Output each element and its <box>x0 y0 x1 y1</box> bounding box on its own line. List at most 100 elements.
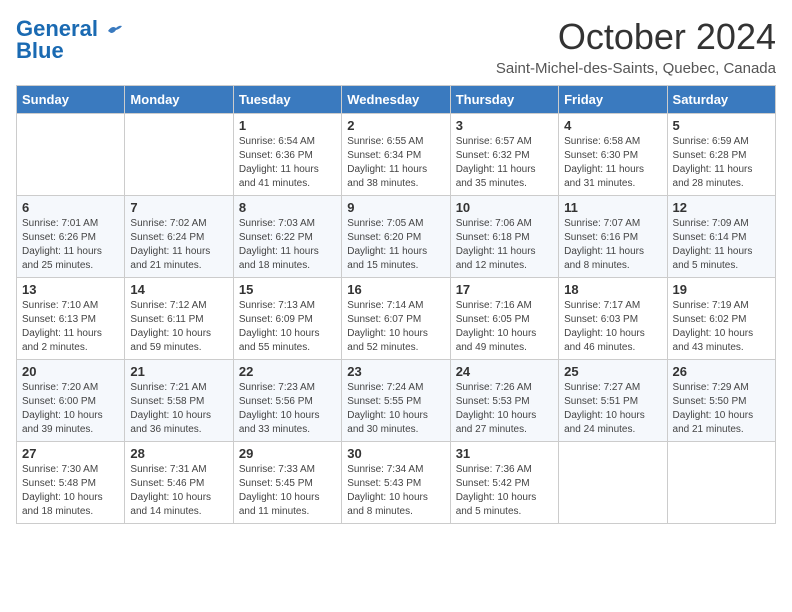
day-number: 29 <box>239 446 336 461</box>
title-block: October 2024 Saint-Michel-des-Saints, Qu… <box>496 16 776 77</box>
day-cell: 18Sunrise: 7:17 AM Sunset: 6:03 PM Dayli… <box>559 278 667 360</box>
day-info: Sunrise: 6:57 AM Sunset: 6:32 PM Dayligh… <box>456 135 553 191</box>
day-info: Sunrise: 6:58 AM Sunset: 6:30 PM Dayligh… <box>564 135 661 191</box>
location-subtitle: Saint-Michel-des-Saints, Quebec, Canada <box>496 60 776 77</box>
day-info: Sunrise: 7:21 AM Sunset: 5:58 PM Dayligh… <box>130 381 227 437</box>
day-number: 22 <box>239 364 336 379</box>
day-info: Sunrise: 7:24 AM Sunset: 5:55 PM Dayligh… <box>347 381 444 437</box>
day-number: 16 <box>347 282 444 297</box>
col-header-thursday: Thursday <box>450 86 558 114</box>
day-cell: 29 Sunrise: 7:33 AM Sunset: 5:45 PM Dayli… <box>233 442 341 524</box>
day-cell <box>559 442 667 524</box>
day-cell <box>125 114 233 196</box>
day-info: Sunrise: 7:03 AM Sunset: 6:22 PM Dayligh… <box>239 217 336 273</box>
day-info: Sunrise: 7:13 AM Sunset: 6:09 PM Dayligh… <box>239 299 336 355</box>
day-number: 25 <box>564 364 661 379</box>
day-cell: 13Sunrise: 7:10 AM Sunset: 6:13 PM Dayli… <box>17 278 125 360</box>
col-header-monday: Monday <box>125 86 233 114</box>
day-info: Sunrise: 7:27 AM Sunset: 5:51 PM Dayligh… <box>564 381 661 437</box>
day-cell: 4 Sunrise: 6:58 AM Sunset: 6:30 PM Daylig… <box>559 114 667 196</box>
day-number: 27 <box>22 446 119 461</box>
logo: General Blue <box>16 16 124 64</box>
day-cell <box>667 442 775 524</box>
day-info: Sunrise: 7:09 AM Sunset: 6:14 PM Dayligh… <box>673 217 770 273</box>
day-number: 15 <box>239 282 336 297</box>
day-info: Sunrise: 7:02 AM Sunset: 6:24 PM Dayligh… <box>130 217 227 273</box>
day-number: 18 <box>564 282 661 297</box>
week-row-4: 20 Sunrise: 7:20 AM Sunset: 6:00 PM Dayli… <box>17 360 776 442</box>
day-cell: 12Sunrise: 7:09 AM Sunset: 6:14 PM Dayli… <box>667 196 775 278</box>
logo-bird-icon <box>106 23 124 37</box>
day-number: 24 <box>456 364 553 379</box>
day-number: 17 <box>456 282 553 297</box>
col-header-sunday: Sunday <box>17 86 125 114</box>
day-cell <box>17 114 125 196</box>
day-number: 4 <box>564 118 661 133</box>
page-header: General Blue October 2024 Saint-Michel-d… <box>16 16 776 77</box>
day-info: Sunrise: 7:01 AM Sunset: 6:26 PM Dayligh… <box>22 217 119 273</box>
day-number: 30 <box>347 446 444 461</box>
col-header-saturday: Saturday <box>667 86 775 114</box>
week-row-1: 1Sunrise: 6:54 AM Sunset: 6:36 PM Daylig… <box>17 114 776 196</box>
day-number: 31 <box>456 446 553 461</box>
day-cell: 23 Sunrise: 7:24 AM Sunset: 5:55 PM Dayli… <box>342 360 450 442</box>
day-number: 20 <box>22 364 119 379</box>
day-number: 7 <box>130 200 227 215</box>
day-info: Sunrise: 7:07 AM Sunset: 6:16 PM Dayligh… <box>564 217 661 273</box>
day-number: 11 <box>564 200 661 215</box>
col-header-tuesday: Tuesday <box>233 86 341 114</box>
day-cell: 19 Sunrise: 7:19 AM Sunset: 6:02 PM Dayli… <box>667 278 775 360</box>
day-info: Sunrise: 7:12 AM Sunset: 6:11 PM Dayligh… <box>130 299 227 355</box>
day-cell: 16 Sunrise: 7:14 AM Sunset: 6:07 PM Dayli… <box>342 278 450 360</box>
day-cell: 11 Sunrise: 7:07 AM Sunset: 6:16 PM Dayli… <box>559 196 667 278</box>
calendar-header-row: SundayMondayTuesdayWednesdayThursdayFrid… <box>17 86 776 114</box>
day-number: 21 <box>130 364 227 379</box>
day-info: Sunrise: 7:16 AM Sunset: 6:05 PM Dayligh… <box>456 299 553 355</box>
day-info: Sunrise: 7:31 AM Sunset: 5:46 PM Dayligh… <box>130 463 227 519</box>
day-cell: 20 Sunrise: 7:20 AM Sunset: 6:00 PM Dayli… <box>17 360 125 442</box>
day-cell: 31 Sunrise: 7:36 AM Sunset: 5:42 PM Dayli… <box>450 442 558 524</box>
day-number: 9 <box>347 200 444 215</box>
day-number: 10 <box>456 200 553 215</box>
day-cell: 3Sunrise: 6:57 AM Sunset: 6:32 PM Daylig… <box>450 114 558 196</box>
day-number: 8 <box>239 200 336 215</box>
week-row-5: 27Sunrise: 7:30 AM Sunset: 5:48 PM Dayli… <box>17 442 776 524</box>
day-info: Sunrise: 7:33 AM Sunset: 5:45 PM Dayligh… <box>239 463 336 519</box>
day-cell: 21 Sunrise: 7:21 AM Sunset: 5:58 PM Dayli… <box>125 360 233 442</box>
day-info: Sunrise: 7:06 AM Sunset: 6:18 PM Dayligh… <box>456 217 553 273</box>
day-info: Sunrise: 6:55 AM Sunset: 6:34 PM Dayligh… <box>347 135 444 191</box>
day-cell: 30 Sunrise: 7:34 AM Sunset: 5:43 PM Dayli… <box>342 442 450 524</box>
day-cell: 5 Sunrise: 6:59 AM Sunset: 6:28 PM Daylig… <box>667 114 775 196</box>
day-number: 14 <box>130 282 227 297</box>
day-info: Sunrise: 7:20 AM Sunset: 6:00 PM Dayligh… <box>22 381 119 437</box>
day-cell: 22 Sunrise: 7:23 AM Sunset: 5:56 PM Dayli… <box>233 360 341 442</box>
day-number: 6 <box>22 200 119 215</box>
day-number: 2 <box>347 118 444 133</box>
day-cell: 24 Sunrise: 7:26 AM Sunset: 5:53 PM Dayli… <box>450 360 558 442</box>
day-cell: 8 Sunrise: 7:03 AM Sunset: 6:22 PM Daylig… <box>233 196 341 278</box>
day-info: Sunrise: 7:26 AM Sunset: 5:53 PM Dayligh… <box>456 381 553 437</box>
week-row-2: 6 Sunrise: 7:01 AM Sunset: 6:26 PM Daylig… <box>17 196 776 278</box>
day-info: Sunrise: 7:23 AM Sunset: 5:56 PM Dayligh… <box>239 381 336 437</box>
day-number: 5 <box>673 118 770 133</box>
day-cell: 28 Sunrise: 7:31 AM Sunset: 5:46 PM Dayli… <box>125 442 233 524</box>
day-number: 26 <box>673 364 770 379</box>
day-number: 1 <box>239 118 336 133</box>
col-header-friday: Friday <box>559 86 667 114</box>
day-info: Sunrise: 7:34 AM Sunset: 5:43 PM Dayligh… <box>347 463 444 519</box>
day-info: Sunrise: 7:14 AM Sunset: 6:07 PM Dayligh… <box>347 299 444 355</box>
day-info: Sunrise: 7:19 AM Sunset: 6:02 PM Dayligh… <box>673 299 770 355</box>
day-cell: 15 Sunrise: 7:13 AM Sunset: 6:09 PM Dayli… <box>233 278 341 360</box>
day-info: Sunrise: 7:36 AM Sunset: 5:42 PM Dayligh… <box>456 463 553 519</box>
day-cell: 6 Sunrise: 7:01 AM Sunset: 6:26 PM Daylig… <box>17 196 125 278</box>
day-number: 19 <box>673 282 770 297</box>
day-number: 23 <box>347 364 444 379</box>
day-info: Sunrise: 7:29 AM Sunset: 5:50 PM Dayligh… <box>673 381 770 437</box>
day-info: Sunrise: 6:59 AM Sunset: 6:28 PM Dayligh… <box>673 135 770 191</box>
calendar-body: 1Sunrise: 6:54 AM Sunset: 6:36 PM Daylig… <box>17 114 776 524</box>
day-cell: 14 Sunrise: 7:12 AM Sunset: 6:11 PM Dayli… <box>125 278 233 360</box>
day-cell: 2 Sunrise: 6:55 AM Sunset: 6:34 PM Daylig… <box>342 114 450 196</box>
day-number: 28 <box>130 446 227 461</box>
day-number: 13 <box>22 282 119 297</box>
logo-blue: Blue <box>16 38 64 64</box>
